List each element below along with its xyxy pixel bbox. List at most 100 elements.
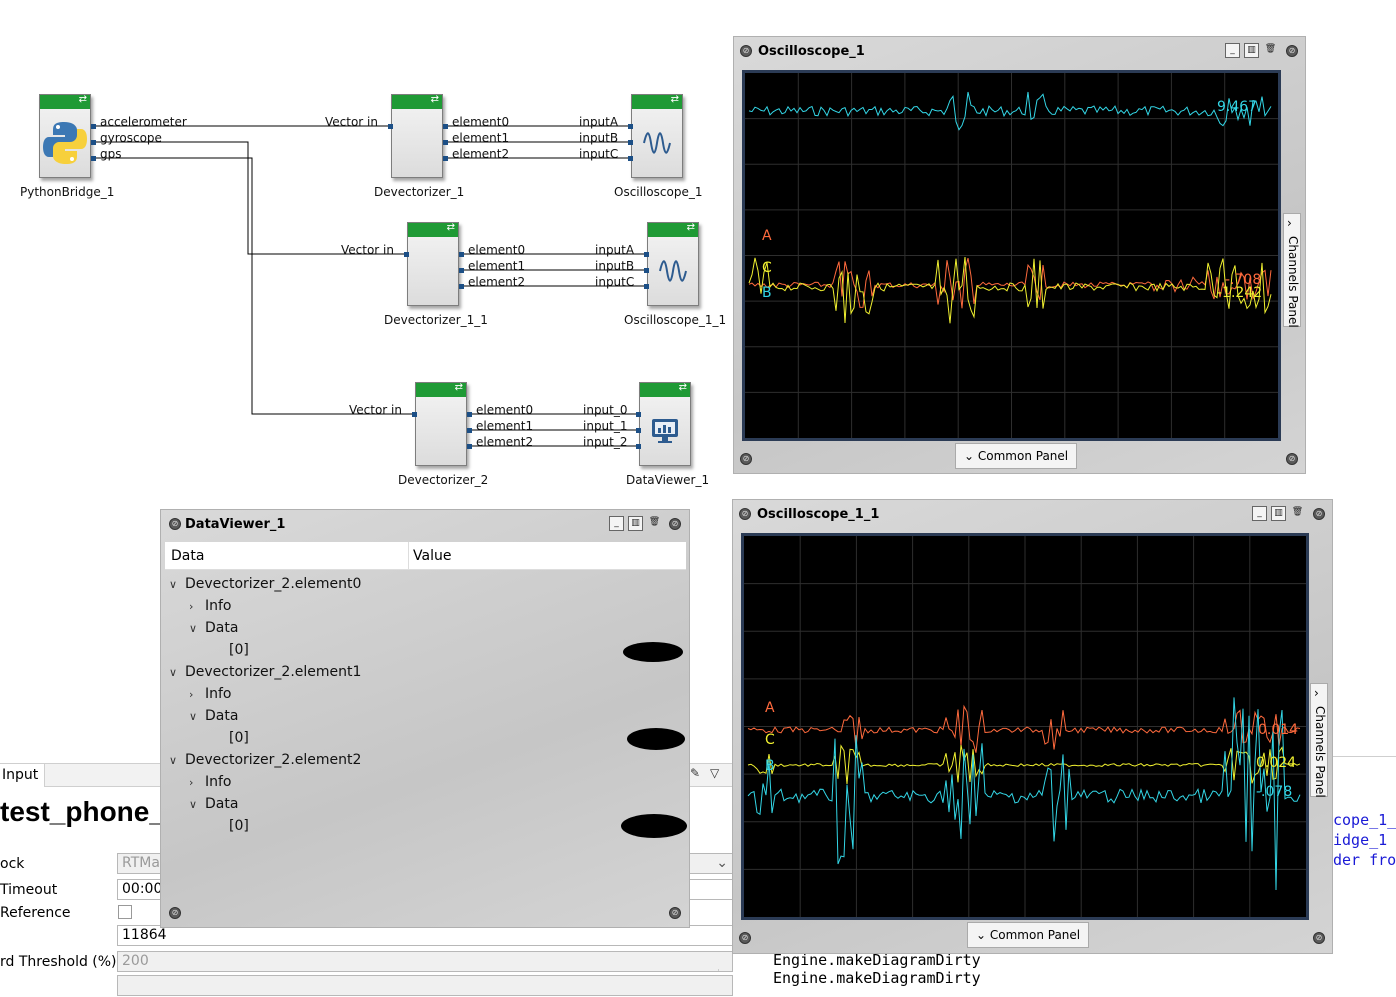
port-element0[interactable] bbox=[467, 412, 472, 417]
chevron-down-icon: ∨ bbox=[189, 710, 198, 723]
port-element1[interactable] bbox=[467, 428, 472, 433]
port-label: element2 bbox=[468, 275, 526, 289]
port-element2[interactable] bbox=[443, 156, 448, 161]
port-label: element2 bbox=[452, 147, 510, 161]
screw-icon: ⊘ bbox=[1313, 932, 1325, 944]
dataviewer-1-block[interactable]: ⇄ bbox=[636, 382, 691, 466]
port-element2[interactable] bbox=[467, 444, 472, 449]
block-label: Oscilloscope_1_1 bbox=[624, 313, 727, 327]
port-inputA[interactable] bbox=[628, 124, 633, 129]
port-label: element1 bbox=[476, 419, 534, 433]
screw-icon: ⊘ bbox=[669, 518, 681, 530]
tile-button[interactable]: ▥ bbox=[1244, 43, 1259, 58]
port-element0[interactable] bbox=[443, 124, 448, 129]
block-label: Oscilloscope_1 bbox=[614, 185, 703, 199]
oscilloscope-screen[interactable]: A C B 0.014 0.024 -.078 bbox=[741, 533, 1309, 920]
grid bbox=[744, 536, 1306, 917]
trash-icon[interactable]: 🗑 bbox=[1263, 43, 1278, 58]
value-input[interactable]: 11864 bbox=[117, 925, 733, 946]
tree-item-info[interactable]: › Info bbox=[189, 598, 232, 614]
port-inputB[interactable] bbox=[644, 268, 649, 273]
port-label: element1 bbox=[468, 259, 526, 273]
port-element0[interactable] bbox=[459, 252, 464, 257]
panel-title: DataViewer_1 bbox=[185, 517, 286, 532]
tile-button[interactable]: ▥ bbox=[628, 516, 643, 531]
tree-item-element1[interactable]: ∨ Devectorizer_2.element1 bbox=[169, 664, 361, 680]
port-inputA[interactable] bbox=[644, 252, 649, 257]
port-label: inputA bbox=[595, 243, 635, 257]
trash-icon[interactable]: 🗑 bbox=[647, 516, 662, 531]
minimize-button[interactable]: _ bbox=[609, 516, 624, 531]
waveform-icon bbox=[632, 109, 682, 177]
tile-button[interactable]: ▥ bbox=[1271, 506, 1286, 521]
channels-panel-tab[interactable]: › Channels Panel bbox=[1310, 683, 1328, 798]
oscilloscope-plot: ACB9.467-.708-1.242 bbox=[745, 73, 1278, 438]
port-inputC[interactable] bbox=[644, 284, 649, 289]
sync-icon: ⇄ bbox=[686, 222, 695, 233]
tree-item-info[interactable]: › Info bbox=[189, 774, 232, 790]
spinner-arrows-icon[interactable]: ▲▼ bbox=[718, 969, 732, 971]
port-label: inputA bbox=[579, 115, 619, 129]
tree-item-data[interactable]: ∨ Data bbox=[189, 708, 238, 724]
threshold-input[interactable]: 200 ▲▼ bbox=[117, 951, 733, 972]
port-input-0[interactable] bbox=[636, 412, 641, 417]
tree-item-data[interactable]: ∨ Data bbox=[189, 796, 238, 812]
block-label: Devectorizer_1_1 bbox=[384, 313, 488, 327]
port-vector-in[interactable] bbox=[412, 412, 417, 417]
tree-item-data[interactable]: ∨ Data bbox=[189, 620, 238, 636]
reference-checkbox[interactable] bbox=[118, 905, 132, 919]
screw-icon: ⊘ bbox=[169, 907, 181, 919]
port-input-2[interactable] bbox=[636, 444, 641, 449]
port-inputC[interactable] bbox=[628, 156, 633, 161]
port-vector-in[interactable] bbox=[404, 252, 409, 257]
chevron-down-icon: ∨ bbox=[169, 754, 178, 767]
port-element2[interactable] bbox=[459, 284, 464, 289]
column-header-data[interactable]: Data bbox=[171, 548, 204, 564]
trace-c bbox=[748, 256, 1272, 324]
tree-item-element2[interactable]: ∨ Devectorizer_2.element2 bbox=[169, 752, 361, 768]
oscilloscope-1-1-block[interactable]: ⇄ bbox=[644, 222, 699, 306]
redacted-value bbox=[621, 814, 687, 838]
minimize-button[interactable]: _ bbox=[1225, 43, 1240, 58]
port-label: inputB bbox=[595, 259, 635, 273]
port-input-1[interactable] bbox=[636, 428, 641, 433]
sync-icon: ⇄ bbox=[430, 94, 439, 105]
channels-panel-tab[interactable]: › Channels Panel bbox=[1283, 213, 1301, 328]
port-label: inputC bbox=[579, 147, 619, 161]
port-element1[interactable] bbox=[443, 140, 448, 145]
tree-item-info[interactable]: › Info bbox=[189, 686, 232, 702]
column-header-value[interactable]: Value bbox=[408, 542, 451, 570]
port-label: inputB bbox=[579, 131, 619, 145]
screw-icon: ⊘ bbox=[739, 932, 751, 944]
chevron-down-icon: ∨ bbox=[169, 578, 178, 591]
common-panel-button[interactable]: ⌄ Common Panel bbox=[967, 922, 1090, 948]
devectorizer-1-block[interactable]: ⇄ bbox=[388, 94, 448, 178]
port-accelerometer[interactable] bbox=[91, 124, 96, 129]
port-gyroscope[interactable] bbox=[91, 140, 96, 145]
tab-input[interactable]: Input bbox=[0, 764, 46, 787]
devectorizer-2-block[interactable]: ⇄ bbox=[412, 382, 472, 466]
toolbar-icon[interactable]: ✎ bbox=[690, 766, 700, 780]
trash-icon[interactable]: 🗑 bbox=[1290, 506, 1305, 521]
python-bridge-block[interactable]: ⇄ bbox=[39, 94, 96, 178]
port-vector-in[interactable] bbox=[388, 124, 393, 129]
chevron-down-icon[interactable]: ▽ bbox=[710, 766, 719, 780]
oscilloscope-screen[interactable]: A C B 9.467 -.708 -1.242 bbox=[742, 70, 1281, 441]
chevron-right-icon: › bbox=[1314, 686, 1319, 700]
marker-a: A bbox=[762, 228, 772, 244]
minimize-button[interactable]: _ bbox=[1252, 506, 1267, 521]
tree-item-index[interactable]: [0] bbox=[229, 642, 249, 658]
port-label: accelerometer bbox=[100, 115, 187, 129]
port-gps[interactable] bbox=[91, 156, 96, 161]
port-element1[interactable] bbox=[459, 268, 464, 273]
devectorizer-1-1-block[interactable]: ⇄ bbox=[404, 222, 464, 306]
tree-item-element0[interactable]: ∨ Devectorizer_2.element0 bbox=[169, 576, 361, 592]
sync-icon: ⇄ bbox=[678, 382, 687, 393]
tree-item-index[interactable]: [0] bbox=[229, 730, 249, 746]
tree-item-index[interactable]: [0] bbox=[229, 818, 249, 834]
oscilloscope-1-block[interactable]: ⇄ bbox=[628, 94, 683, 178]
port-label: element0 bbox=[468, 243, 526, 257]
common-panel-button[interactable]: ⌄ Common Panel bbox=[955, 443, 1078, 469]
hidden-input[interactable] bbox=[117, 975, 733, 996]
port-inputB[interactable] bbox=[628, 140, 633, 145]
